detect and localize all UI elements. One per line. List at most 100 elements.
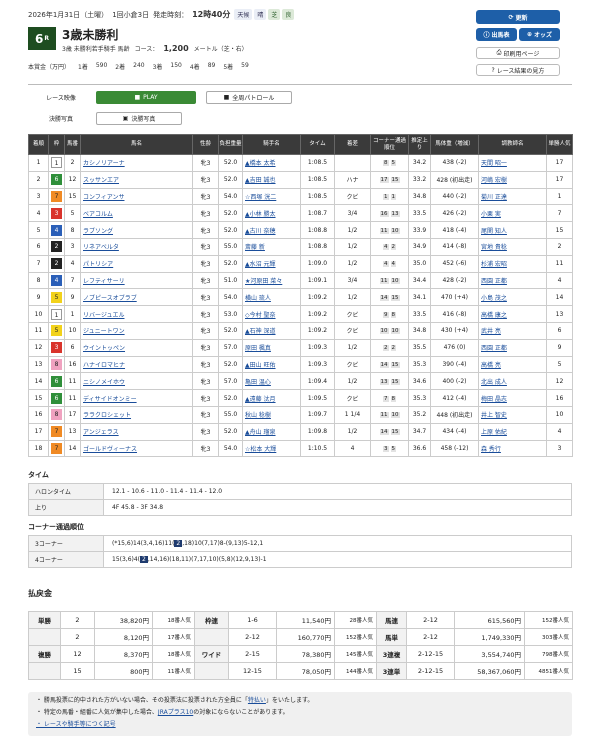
jockey-name[interactable]: ▲石神 深道 bbox=[242, 321, 301, 340]
horse-name[interactable]: ニシノメイホウ bbox=[80, 372, 193, 391]
odds-button[interactable]: ⊕ オッズ bbox=[519, 28, 560, 41]
jockey-name[interactable]: ◇今村 聖奈 bbox=[242, 305, 301, 323]
frame-number: 4 bbox=[48, 271, 65, 290]
corner4-label: 4コーナー bbox=[28, 551, 104, 568]
trainer-name[interactable]: 杉浦 宏昭 bbox=[478, 254, 547, 273]
print-button[interactable]: ⎙ 印刷用ページ bbox=[476, 47, 560, 59]
entries-button[interactable]: ⓘ 出馬表 bbox=[476, 28, 517, 41]
corner-position: 8 bbox=[383, 160, 389, 167]
popularity: 6 bbox=[546, 321, 573, 340]
horse-name[interactable]: ディサイドオンミー bbox=[80, 389, 193, 407]
jockey-name[interactable]: ▲小林 勝太 bbox=[242, 204, 301, 223]
horse-name[interactable]: ジュニートワン bbox=[80, 321, 193, 340]
jockey-name[interactable]: ▲古川 奈穂 bbox=[242, 221, 301, 239]
finish-position: 6 bbox=[28, 237, 49, 256]
trainer-name[interactable]: 宮地 貴稔 bbox=[478, 237, 547, 256]
frame-badge: 8 bbox=[51, 409, 62, 421]
trainer-name[interactable]: 尾関 知人 bbox=[478, 221, 547, 239]
trainer-name[interactable]: 森 秀行 bbox=[478, 439, 547, 458]
trainer-name[interactable]: 上原 佑紀 bbox=[478, 422, 547, 441]
jockey-name[interactable]: ▲吉田 誠也 bbox=[242, 170, 301, 189]
horse-name[interactable]: ノブピースオブラブ bbox=[80, 288, 193, 307]
frame-number: 3 bbox=[48, 338, 65, 357]
finish-photo-button[interactable]: ▣ 決勝写真 bbox=[96, 112, 182, 125]
horse-name[interactable]: カシノリアーナ bbox=[80, 154, 193, 172]
horse-name[interactable]: スッサンエア bbox=[80, 170, 193, 189]
finish-position: 18 bbox=[28, 439, 49, 458]
trainer-name[interactable]: 武井 亮 bbox=[478, 321, 547, 340]
jockey-name[interactable]: ★河原田 菜々 bbox=[242, 271, 301, 290]
horse-name[interactable]: リネアベルタ bbox=[80, 237, 193, 256]
trainer-name[interactable]: 小島 茂之 bbox=[478, 288, 547, 307]
trainer-name[interactable]: 高橋 康之 bbox=[478, 305, 547, 323]
trainer-name[interactable]: 河嶋 宏樹 bbox=[478, 170, 547, 189]
race-time: 1:09.2 bbox=[300, 288, 335, 307]
play-button[interactable]: ■ PLAY bbox=[96, 91, 196, 104]
trainer-name[interactable]: 北出 成人 bbox=[478, 372, 547, 391]
body-weight: 412 (-4) bbox=[430, 389, 479, 407]
jockey-name[interactable]: 秋山 稔樹 bbox=[242, 405, 301, 424]
frame-number: 2 bbox=[48, 254, 65, 273]
jockey-name[interactable]: ☆西塚 洸二 bbox=[242, 187, 301, 206]
jockey-name[interactable]: ▲橋本 太希 bbox=[242, 154, 301, 172]
symbols-link[interactable]: ・ レースや騎手等につく記号 bbox=[36, 719, 564, 731]
corner-position: 2 bbox=[390, 244, 396, 251]
horse-name[interactable]: ララクロシェット bbox=[80, 405, 193, 424]
jockey-name[interactable]: ▲舟山 瑠泉 bbox=[242, 422, 301, 441]
corner-position: 9 bbox=[383, 311, 389, 318]
body-weight: 458 (-12) bbox=[430, 439, 479, 458]
trainer-name[interactable]: 西園 正都 bbox=[478, 271, 547, 290]
col-popularity: 単勝人気 bbox=[546, 134, 573, 155]
popularity: 10 bbox=[546, 405, 573, 424]
corner-position: 1 bbox=[383, 193, 389, 200]
margin: 1/2 bbox=[334, 338, 371, 357]
jockey-name[interactable]: 原田 楓真 bbox=[242, 338, 301, 357]
jockey-name[interactable]: 横山 琉人 bbox=[242, 288, 301, 307]
info-icon: ⓘ bbox=[483, 32, 490, 39]
print-label: 印刷用ページ bbox=[503, 50, 540, 58]
jockey-name[interactable]: ☆松本 大輝 bbox=[242, 439, 301, 458]
jra-plus10-link[interactable]: JRAプラス10 bbox=[158, 709, 193, 716]
notes-box: ・ 勝馬投票に的中された方がいない場合、その投票法に投票された方全員に「特払い」… bbox=[28, 692, 572, 736]
corner4-highlight: 2 bbox=[140, 556, 148, 563]
trainer-name[interactable]: 小栗 実 bbox=[478, 204, 547, 223]
jockey-name[interactable]: ▲田山 旺佑 bbox=[242, 355, 301, 374]
weight-carried: 51.0 bbox=[218, 271, 243, 290]
horse-name[interactable]: ハナイロマヒナ bbox=[80, 355, 193, 374]
horse-name[interactable]: コンフィアンサ bbox=[80, 187, 193, 206]
body-weight: 428 (-2) bbox=[430, 271, 479, 290]
jockey-name[interactable]: 亀田 温心 bbox=[242, 372, 301, 391]
guide-button[interactable]: ? レース結果の見方 bbox=[476, 64, 560, 76]
horse-name[interactable]: アンジェラス bbox=[80, 422, 193, 441]
sex-age: 牝3 bbox=[192, 271, 219, 290]
update-button[interactable]: ⟳ 更新 bbox=[476, 10, 560, 24]
horse-name[interactable]: ベアコルム bbox=[80, 204, 193, 223]
trainer-name[interactable]: 天間 昭一 bbox=[478, 154, 547, 172]
corner-position: 10 bbox=[379, 328, 389, 335]
horse-name[interactable]: ゴールドヴィーナス bbox=[80, 439, 193, 458]
trainer-name[interactable]: 梅田 晶志 bbox=[478, 389, 547, 407]
payout-amount: 1,749,330円 bbox=[454, 628, 525, 646]
popularity: 14 bbox=[546, 288, 573, 307]
last-3f: 35.3 bbox=[408, 389, 431, 407]
horse-name[interactable]: パトリシア bbox=[80, 254, 193, 273]
jockey-name[interactable]: ▲水沼 元輝 bbox=[242, 254, 301, 273]
horse-number: 16 bbox=[64, 355, 81, 374]
jockey-name[interactable]: ▲遠藤 汰月 bbox=[242, 389, 301, 407]
weight-carried: 54.0 bbox=[218, 288, 243, 307]
horse-name[interactable]: ラブソング bbox=[80, 221, 193, 239]
trainer-name[interactable]: 高橋 亮 bbox=[478, 355, 547, 374]
horse-name[interactable]: ウイントッペン bbox=[80, 338, 193, 357]
trainer-name[interactable]: 菊川 正達 bbox=[478, 187, 547, 206]
patrol-video-button[interactable]: ■ 全周パトロール bbox=[206, 91, 292, 104]
special-payout-link[interactable]: 特払い bbox=[248, 697, 266, 704]
jockey-name[interactable]: 斎藤 新 bbox=[242, 237, 301, 256]
payout-title: 払戻金 bbox=[28, 589, 52, 598]
horse-number: 12 bbox=[64, 170, 81, 189]
trainer-name[interactable]: 井上 智史 bbox=[478, 405, 547, 424]
horse-name[interactable]: リバージュエル bbox=[80, 305, 193, 323]
start-label: 発走時刻： bbox=[153, 10, 189, 19]
corner-positions: 22 bbox=[370, 338, 409, 357]
trainer-name[interactable]: 西園 正都 bbox=[478, 338, 547, 357]
horse-name[interactable]: レフティサーリ bbox=[80, 271, 193, 290]
